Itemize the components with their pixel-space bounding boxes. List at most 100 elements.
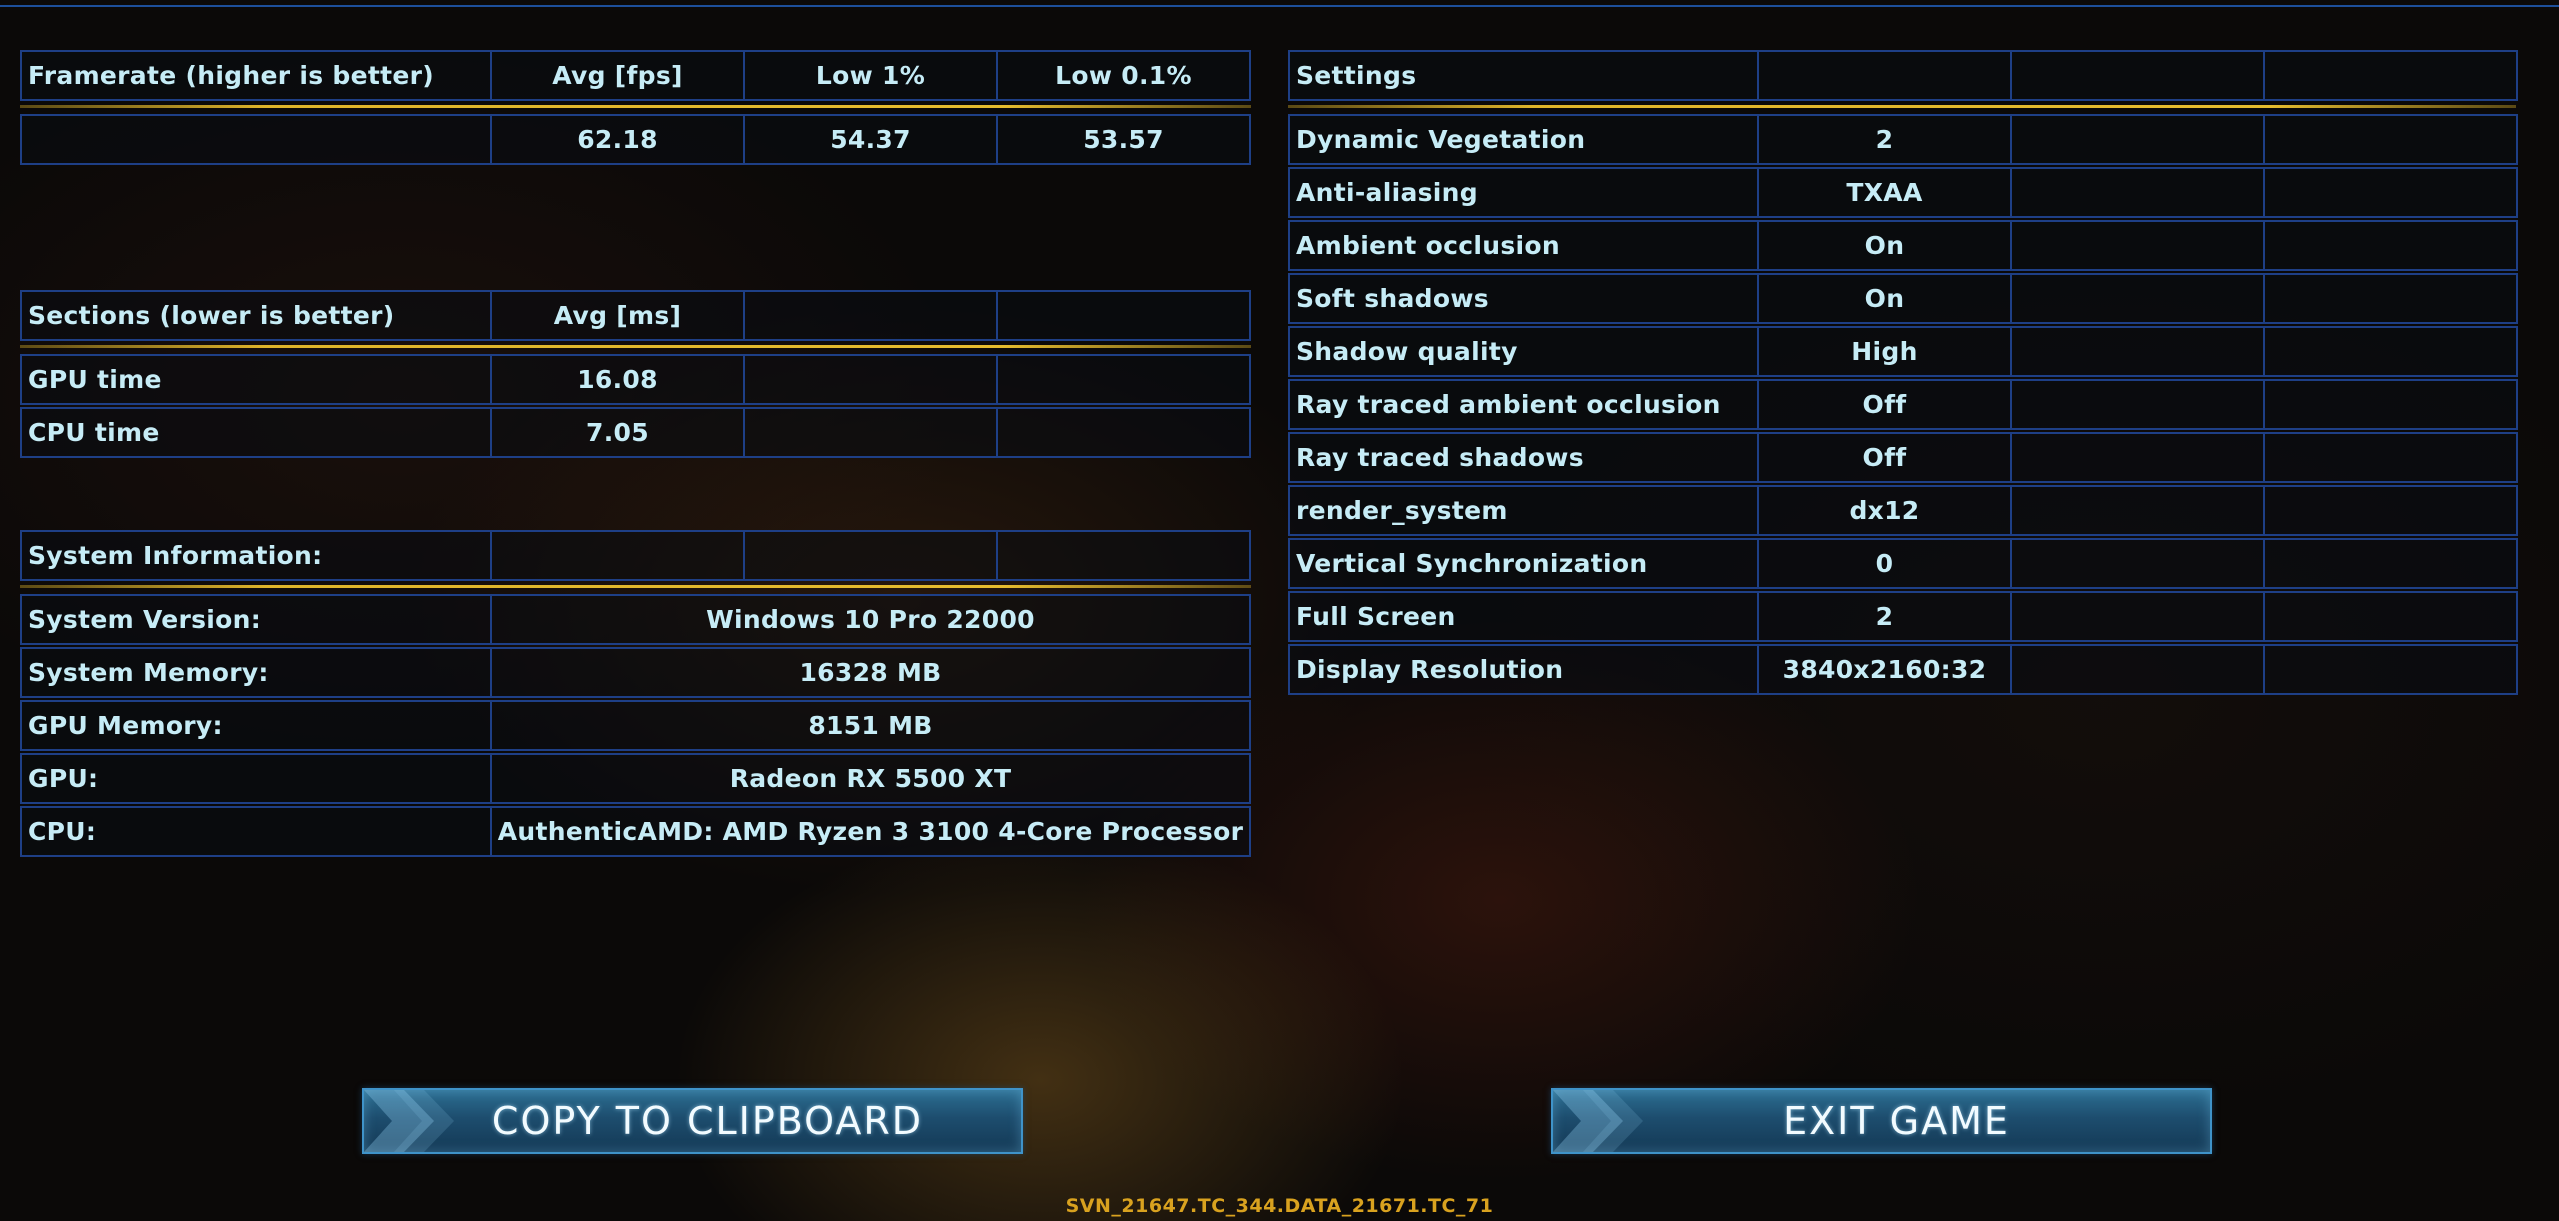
- settings-row: Shadow quality High: [1288, 326, 2518, 377]
- setting-value: On: [1757, 220, 2012, 271]
- setting-label: Anti-aliasing: [1288, 167, 1759, 218]
- system-info-label: System Version:: [20, 594, 492, 645]
- system-info-title: System Information:: [20, 530, 492, 581]
- system-info-row: GPU: Radeon RX 5500 XT: [20, 753, 1251, 804]
- setting-value: 0: [1757, 538, 2012, 589]
- button-chevron-decoration: [1553, 1090, 1643, 1152]
- build-version-string: SVN_21647.TC_344.DATA_21671.TC_71: [1065, 1195, 1494, 1217]
- system-info-label: System Memory:: [20, 647, 492, 698]
- framerate-value-avg: 62.18: [490, 114, 745, 165]
- empty-cell: [2010, 485, 2265, 536]
- gold-separator: [20, 345, 1251, 348]
- sections-header-empty-2: [996, 290, 1251, 341]
- setting-value: dx12: [1757, 485, 2012, 536]
- sections-header-avg: Avg [ms]: [490, 290, 745, 341]
- framerate-header-title: Framerate (higher is better): [20, 50, 492, 101]
- system-info-value: 16328 MB: [490, 647, 1251, 698]
- gold-separator: [20, 105, 1251, 108]
- system-info-value: Windows 10 Pro 22000: [490, 594, 1251, 645]
- gold-separator: [1288, 105, 2516, 108]
- empty-cell: [2010, 591, 2265, 642]
- empty-cell: [996, 407, 1251, 458]
- system-info-table: System Information: System Version: Wind…: [20, 530, 1251, 857]
- empty-cell: [2010, 220, 2265, 271]
- settings-row: Dynamic Vegetation 2: [1288, 114, 2518, 165]
- sections-row-value: 7.05: [490, 407, 745, 458]
- framerate-header-low01: Low 0.1%: [996, 50, 1251, 101]
- sections-table: Sections (lower is better) Avg [ms] GPU …: [20, 290, 1251, 458]
- sections-row: CPU time 7.05: [20, 407, 1251, 458]
- empty-cell: [996, 354, 1251, 405]
- empty-cell: [2263, 273, 2518, 324]
- setting-label: Ray traced ambient occlusion: [1288, 379, 1759, 430]
- empty-cell: [2010, 326, 2265, 377]
- sections-row-label: GPU time: [20, 354, 492, 405]
- exit-button-label: EXIT GAME: [1783, 1099, 2010, 1143]
- top-divider-line: [0, 5, 2559, 7]
- empty-cell: [2263, 326, 2518, 377]
- setting-label: Display Resolution: [1288, 644, 1759, 695]
- setting-value: 2: [1757, 114, 2012, 165]
- framerate-table: Framerate (higher is better) Avg [fps] L…: [20, 50, 1251, 165]
- setting-value: On: [1757, 273, 2012, 324]
- framerate-header-avg: Avg [fps]: [490, 50, 745, 101]
- framerate-header-row: Framerate (higher is better) Avg [fps] L…: [20, 50, 1251, 101]
- settings-row: Ray traced shadows Off: [1288, 432, 2518, 483]
- exit-game-button[interactable]: EXIT GAME: [1551, 1088, 2212, 1154]
- framerate-values-row: 62.18 54.37 53.57: [20, 114, 1251, 165]
- framerate-value-low1: 54.37: [743, 114, 998, 165]
- setting-value: Off: [1757, 379, 2012, 430]
- empty-cell: [2010, 432, 2265, 483]
- settings-row: Display Resolution 3840x2160:32: [1288, 644, 2518, 695]
- settings-row: Ray traced ambient occlusion Off: [1288, 379, 2518, 430]
- settings-row: Soft shadows On: [1288, 273, 2518, 324]
- empty-cell: [2010, 273, 2265, 324]
- empty-cell: [1757, 50, 2012, 101]
- empty-cell: [2263, 538, 2518, 589]
- gold-separator: [20, 585, 1251, 588]
- settings-header-row: Settings: [1288, 50, 2518, 101]
- system-info-value: Radeon RX 5500 XT: [490, 753, 1251, 804]
- framerate-value-label: [20, 114, 492, 165]
- system-info-value: 8151 MB: [490, 700, 1251, 751]
- copy-button-label: COPY TO CLIPBOARD: [491, 1099, 924, 1143]
- empty-cell: [743, 407, 998, 458]
- empty-cell: [2010, 50, 2265, 101]
- setting-value: Off: [1757, 432, 2012, 483]
- empty-cell: [2010, 644, 2265, 695]
- settings-row: Ambient occlusion On: [1288, 220, 2518, 271]
- copy-to-clipboard-button[interactable]: COPY TO CLIPBOARD: [362, 1088, 1023, 1154]
- system-info-row: System Version: Windows 10 Pro 22000: [20, 594, 1251, 645]
- system-info-label: CPU:: [20, 806, 492, 857]
- setting-value: TXAA: [1757, 167, 2012, 218]
- empty-cell: [2263, 644, 2518, 695]
- framerate-header-low1: Low 1%: [743, 50, 998, 101]
- empty-cell: [2263, 379, 2518, 430]
- system-info-header-row: System Information:: [20, 530, 1251, 581]
- empty-cell: [2010, 538, 2265, 589]
- system-info-label: GPU Memory:: [20, 700, 492, 751]
- settings-row: Vertical Synchronization 0: [1288, 538, 2518, 589]
- empty-cell: [490, 530, 745, 581]
- setting-label: Dynamic Vegetation: [1288, 114, 1759, 165]
- setting-value: 3840x2160:32: [1757, 644, 2012, 695]
- setting-label: Shadow quality: [1288, 326, 1759, 377]
- setting-label: render_system: [1288, 485, 1759, 536]
- settings-row: Anti-aliasing TXAA: [1288, 167, 2518, 218]
- setting-label: Ambient occlusion: [1288, 220, 1759, 271]
- system-info-row: GPU Memory: 8151 MB: [20, 700, 1251, 751]
- settings-row: Full Screen 2: [1288, 591, 2518, 642]
- setting-value: 2: [1757, 591, 2012, 642]
- empty-cell: [2010, 379, 2265, 430]
- empty-cell: [2263, 50, 2518, 101]
- setting-label: Full Screen: [1288, 591, 1759, 642]
- sections-row-value: 16.08: [490, 354, 745, 405]
- sections-header-row: Sections (lower is better) Avg [ms]: [20, 290, 1251, 341]
- settings-table: Settings Dynamic Vegetation 2 Anti-alias…: [1288, 50, 2518, 695]
- system-info-row: System Memory: 16328 MB: [20, 647, 1251, 698]
- setting-value: High: [1757, 326, 2012, 377]
- empty-cell: [2263, 220, 2518, 271]
- sections-row-label: CPU time: [20, 407, 492, 458]
- system-info-row: CPU: AuthenticAMD: AMD Ryzen 3 3100 4-Co…: [20, 806, 1251, 857]
- empty-cell: [996, 530, 1251, 581]
